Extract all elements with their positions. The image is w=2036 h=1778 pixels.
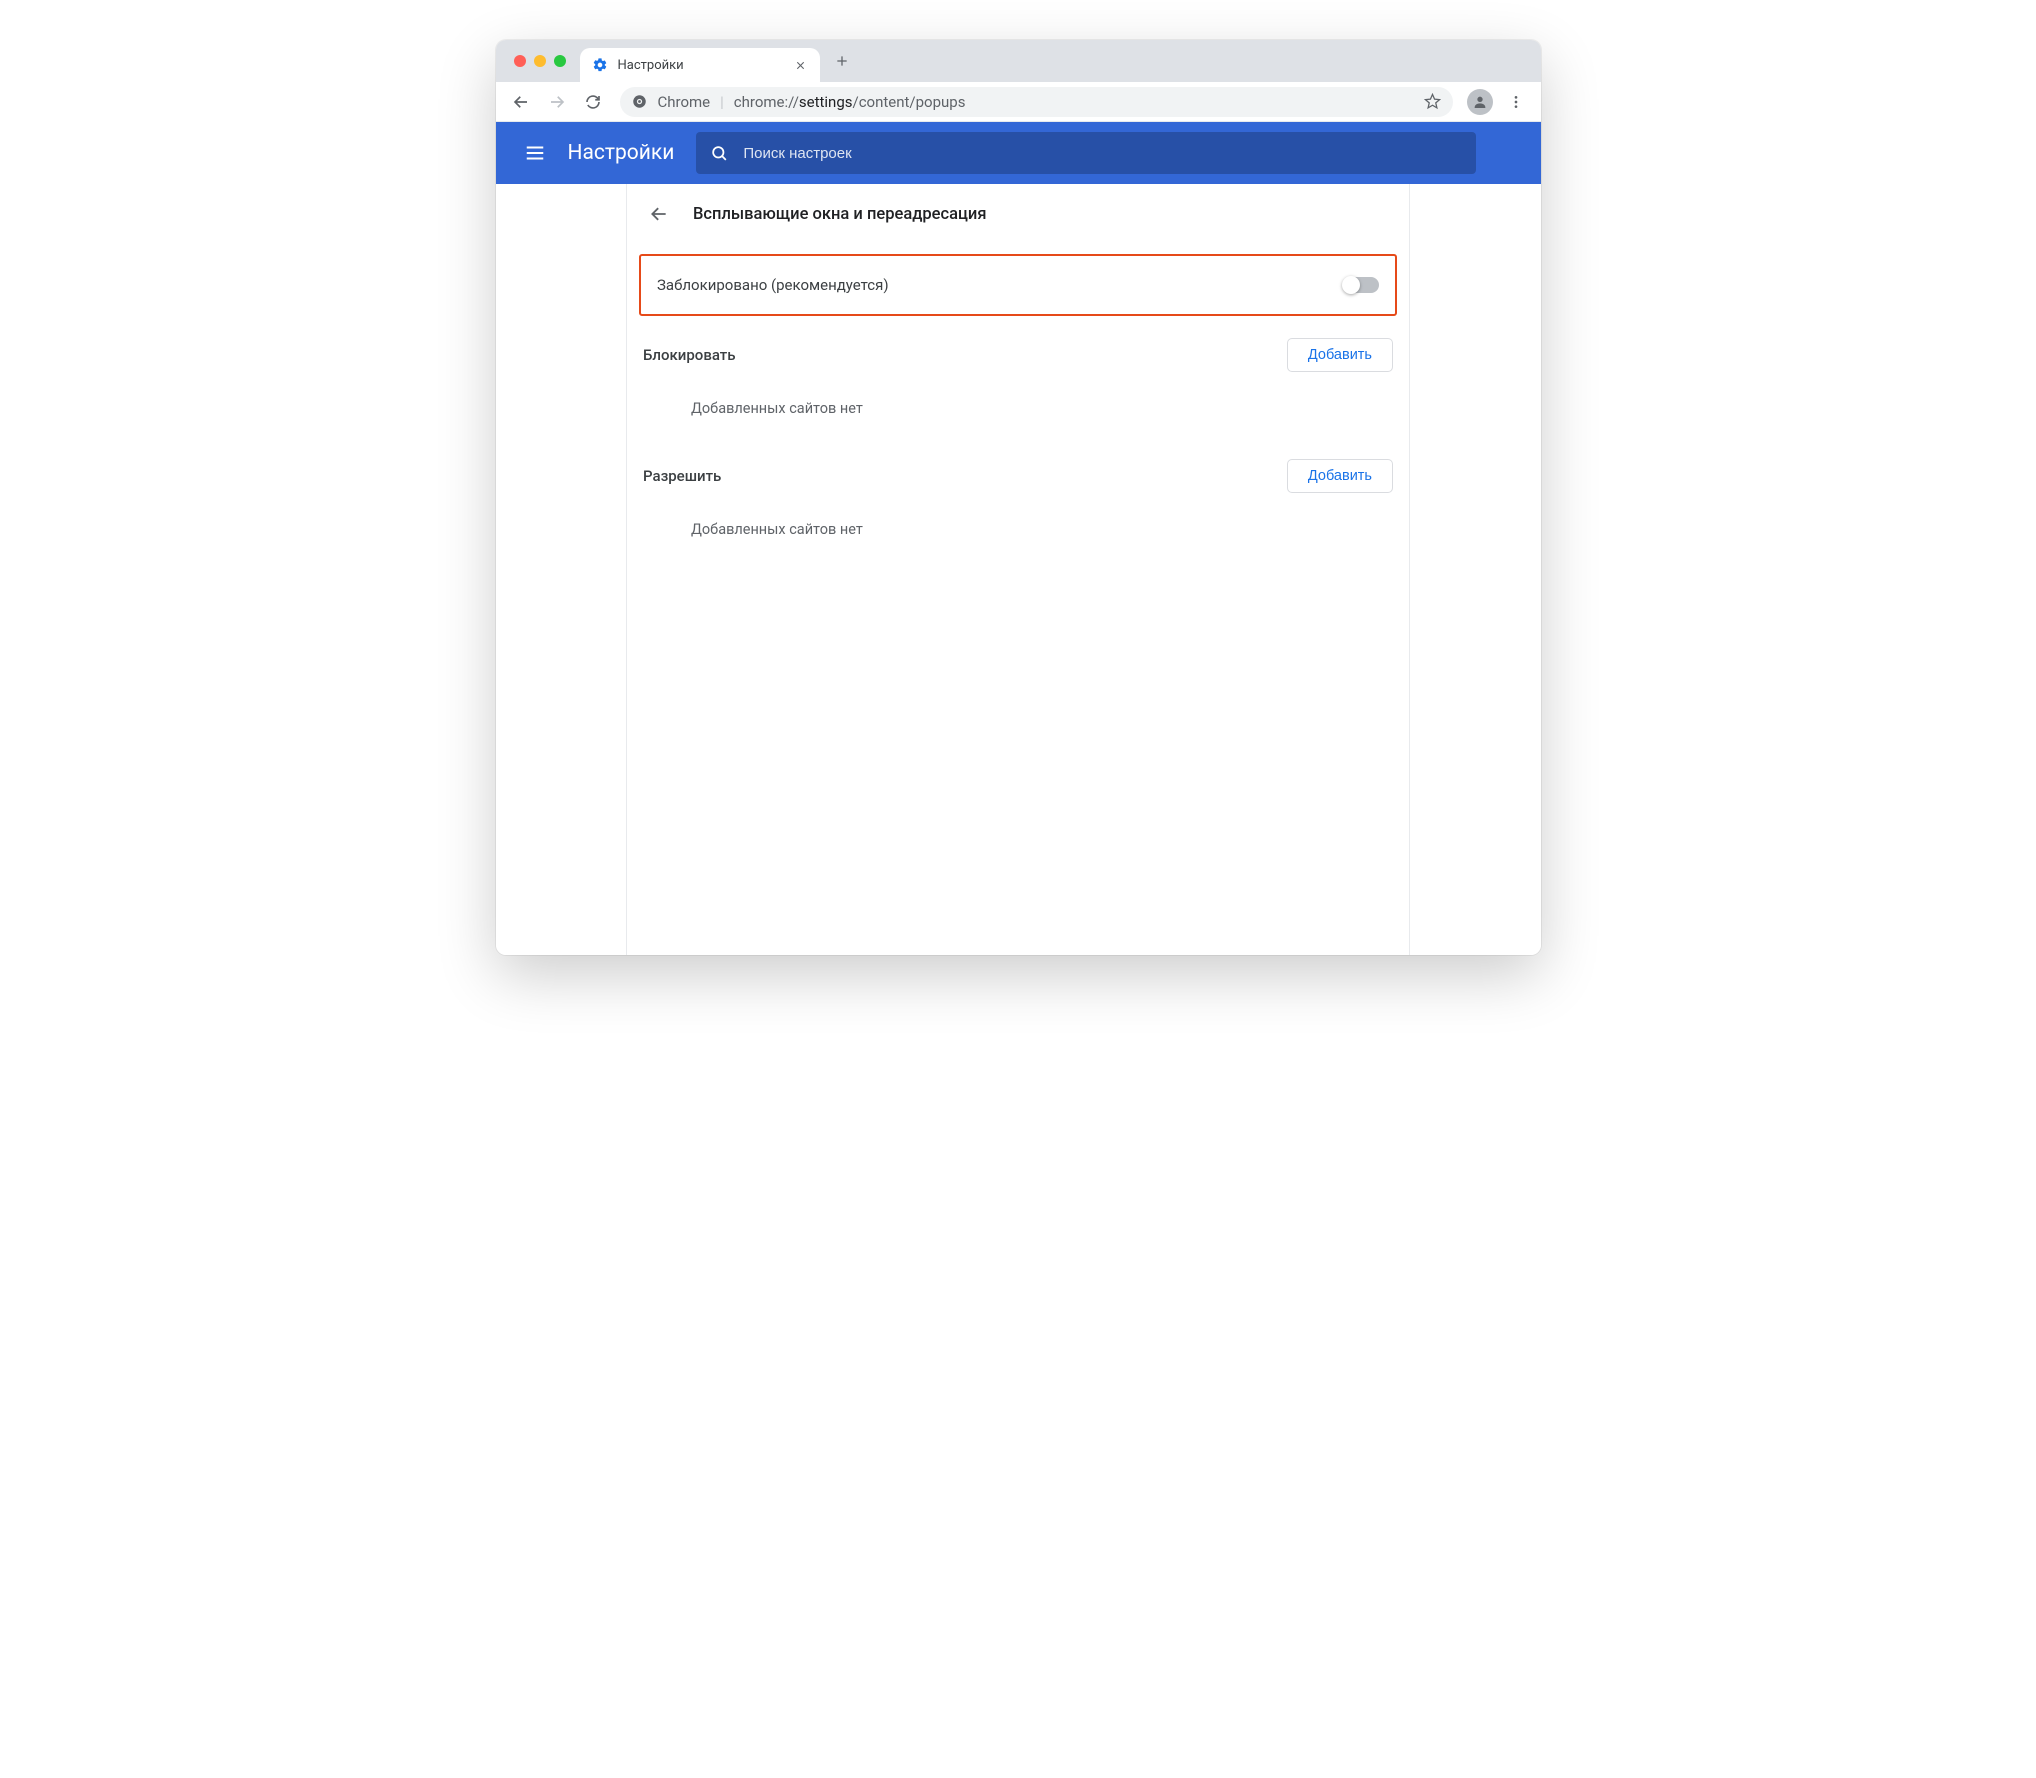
close-tab-button[interactable]: [791, 58, 810, 73]
blocked-toggle-row: Заблокировано (рекомендуется): [639, 254, 1397, 316]
block-section: Блокировать Добавить Добавленных сайтов …: [627, 316, 1409, 437]
address-bar[interactable]: Chrome | chrome://settings/content/popup…: [620, 87, 1453, 117]
back-arrow-icon[interactable]: [649, 204, 669, 224]
kebab-menu-icon[interactable]: [1501, 87, 1531, 117]
bookmark-star-icon[interactable]: [1424, 93, 1441, 110]
content-area: Всплывающие окна и переадресация Заблоки…: [496, 184, 1541, 955]
url-separator: |: [720, 93, 724, 111]
browser-toolbar: Chrome | chrome://settings/content/popup…: [496, 82, 1541, 122]
browser-tab[interactable]: Настройки: [580, 48, 820, 82]
url-text: chrome://settings/content/popups: [734, 93, 1414, 111]
chrome-icon: [632, 94, 648, 110]
forward-button[interactable]: [542, 87, 572, 117]
profile-avatar[interactable]: [1465, 87, 1495, 117]
allow-section-title: Разрешить: [643, 467, 721, 485]
toggle-knob: [1342, 276, 1360, 294]
window-controls: [514, 55, 566, 67]
gear-icon: [592, 57, 608, 73]
tab-strip: Настройки: [496, 40, 1541, 82]
block-add-button[interactable]: Добавить: [1287, 338, 1393, 372]
hamburger-menu-icon[interactable]: [524, 142, 546, 164]
toggle-label: Заблокировано (рекомендуется): [657, 276, 889, 294]
page-heading-row: Всплывающие окна и переадресация: [627, 184, 1409, 236]
page-title: Всплывающие окна и переадресация: [693, 205, 987, 224]
minimize-window-button[interactable]: [534, 55, 546, 67]
maximize-window-button[interactable]: [554, 55, 566, 67]
url-origin-label: Chrome: [658, 93, 711, 111]
close-window-button[interactable]: [514, 55, 526, 67]
allow-empty-message: Добавленных сайтов нет: [643, 493, 1393, 558]
search-icon: [710, 144, 729, 163]
allow-add-button[interactable]: Добавить: [1287, 459, 1393, 493]
allow-section: Разрешить Добавить Добавленных сайтов не…: [627, 437, 1409, 558]
tab-title: Настройки: [618, 58, 791, 73]
blocked-toggle-switch[interactable]: [1343, 277, 1379, 293]
new-tab-button[interactable]: [828, 47, 856, 75]
reload-button[interactable]: [578, 87, 608, 117]
settings-search-input[interactable]: [743, 145, 1462, 162]
browser-window: Настройки Chrome | chrome://settings/co: [496, 40, 1541, 955]
block-empty-message: Добавленных сайтов нет: [643, 372, 1393, 437]
settings-search[interactable]: [696, 132, 1476, 174]
block-section-title: Блокировать: [643, 346, 736, 364]
settings-title: Настройки: [568, 141, 675, 165]
settings-panel: Всплывающие окна и переадресация Заблоки…: [626, 184, 1410, 955]
settings-header: Настройки: [496, 122, 1541, 184]
back-button[interactable]: [506, 87, 536, 117]
